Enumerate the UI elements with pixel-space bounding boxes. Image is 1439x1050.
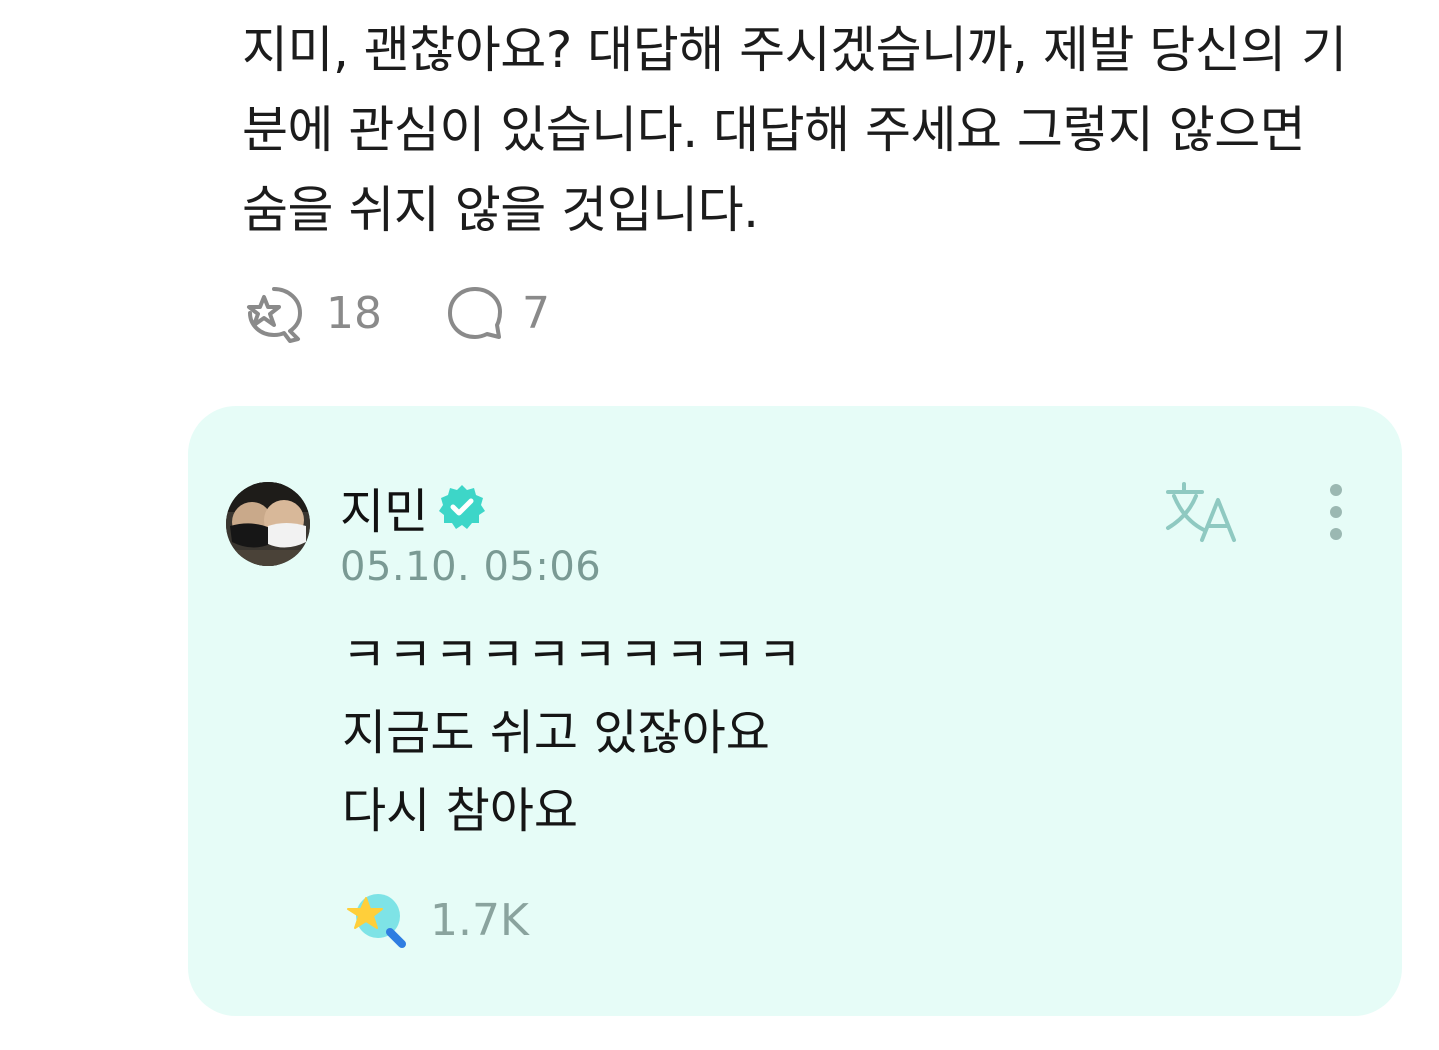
star-like-outline-icon [247,287,302,343]
post-text: 지미, 괜찮아요? 대답해 주시겠습니까, 제발 당신의 기분에 관심이 있습니… [242,21,1347,239]
avatar-photo [226,482,310,566]
reply-body: ㅋㅋㅋㅋㅋㅋㅋㅋㅋㅋ 지금도 쉬고 있잖아요 다시 참아요 [342,616,804,850]
more-vertical-icon [1330,484,1342,540]
reply-timestamp: 05.10. 05:06 [340,544,602,590]
reply-line: 다시 참아요 [342,783,579,839]
author-name[interactable]: 지민 [340,472,428,542]
post-like-button[interactable]: 18 [244,283,382,343]
verified-badge-icon [439,485,486,529]
comment-bubble-icon [448,287,502,339]
post-comment-count: 7 [522,287,550,339]
reply-like-count: 1.7K [430,894,529,946]
reply-line: ㅋㅋㅋㅋㅋㅋㅋㅋㅋㅋ [342,627,804,683]
reply-card: 지민 05.10. 05:06 ㅋㅋㅋㅋㅋㅋㅋㅋㅋㅋ 지금도 쉬고 있잖아요 다… [188,406,1402,1016]
reply-like-button[interactable]: 1.7K [344,890,529,950]
avatar[interactable] [226,482,310,566]
translate-icon [1166,482,1236,542]
post-actions: 18 7 [244,280,550,346]
star-like-icon [347,894,406,948]
translate-button[interactable] [1164,480,1244,544]
reply-line: 지금도 쉬고 있잖아요 [342,705,770,761]
more-options-button[interactable] [1316,482,1356,546]
post-like-count: 18 [326,287,382,339]
author-row: 지민 [340,472,486,542]
post-comment-button[interactable]: 7 [446,284,550,342]
